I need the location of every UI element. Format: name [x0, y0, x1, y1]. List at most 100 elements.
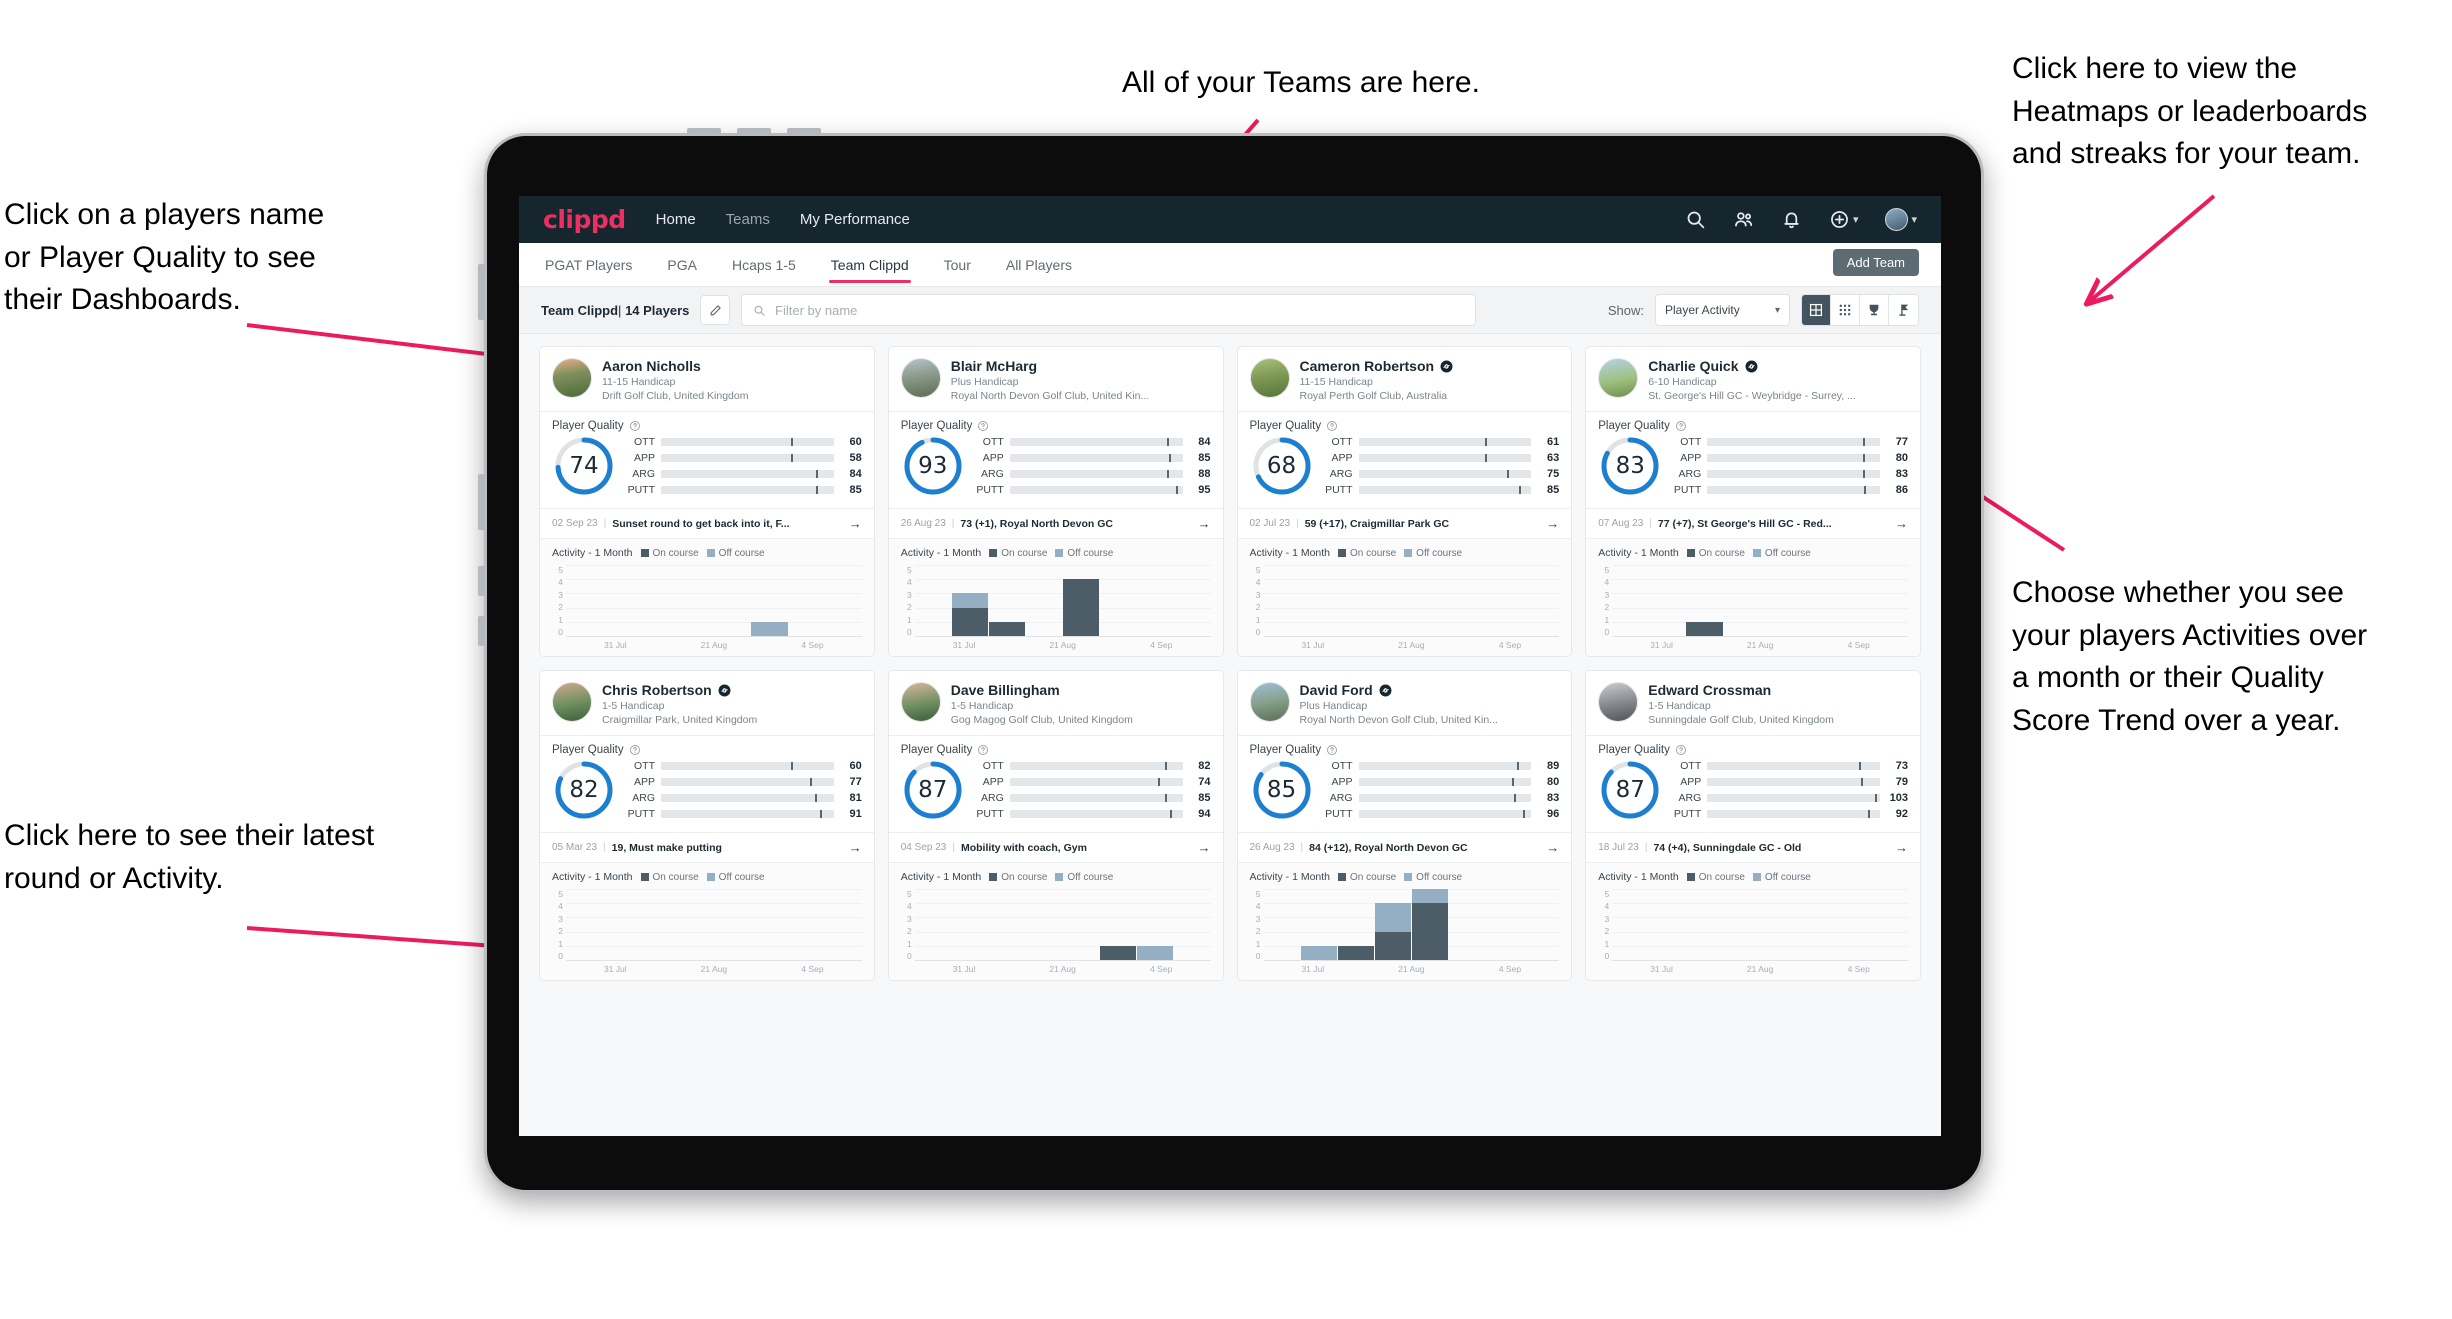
player-avatar[interactable]: [1249, 682, 1290, 722]
arrow-right-icon[interactable]: →: [1546, 516, 1559, 531]
avatar[interactable]: [1885, 208, 1909, 231]
flag-icon[interactable]: [1889, 295, 1918, 325]
help-circle-icon[interactable]: [977, 744, 989, 756]
grid-view-icon[interactable]: [1802, 295, 1831, 325]
nav-link-teams[interactable]: Teams: [726, 211, 770, 228]
latest-round-row[interactable]: 07 Aug 23 | 77 (+7), St George's Hill GC…: [1586, 508, 1920, 538]
navbar-actions: ▾ ▾: [1685, 208, 1917, 231]
player-name[interactable]: Chris Robertson: [602, 682, 712, 698]
player-name[interactable]: David Ford: [1300, 682, 1373, 698]
latest-round-row[interactable]: 26 Aug 23 | 84 (+12), Royal North Devon …: [1237, 832, 1572, 862]
player-quality-section[interactable]: Player Quality 85 OTT 89 APP 80 ARG 83 P…: [1237, 735, 1572, 832]
tab-tour[interactable]: Tour: [942, 245, 973, 285]
player-header[interactable]: Chris Robertson 1-5 Handicap Craigmillar…: [540, 671, 874, 735]
quality-metric: APP 80: [1323, 776, 1559, 788]
bell-icon[interactable]: [1781, 209, 1802, 230]
clippd-logo[interactable]: clippd: [543, 205, 626, 234]
chevron-down-icon[interactable]: ▾: [1911, 213, 1917, 226]
player-quality-section[interactable]: Player Quality 87 OTT 82 APP 74 ARG 85 P…: [888, 735, 1223, 832]
help-circle-icon[interactable]: [1675, 744, 1687, 756]
search-input[interactable]: [775, 302, 1465, 318]
player-name[interactable]: Aaron Nicholls: [602, 358, 701, 374]
player-card[interactable]: Edward Crossman 1-5 Handicap Sunningdale…: [1585, 670, 1921, 981]
arrow-right-icon[interactable]: →: [849, 516, 862, 531]
player-avatar[interactable]: [1249, 358, 1290, 398]
player-card[interactable]: Aaron Nicholls 11-15 Handicap Drift Golf…: [539, 346, 875, 657]
trophy-icon[interactable]: [1860, 295, 1889, 325]
tab-pgat-players[interactable]: PGAT Players: [543, 245, 634, 285]
arrow-right-icon[interactable]: →: [1546, 840, 1559, 855]
player-quality-section[interactable]: Player Quality 83 OTT 77 APP 80 ARG 83 P…: [1586, 411, 1920, 508]
latest-round-row[interactable]: 02 Jul 23 | 59 (+17), Craigmillar Park G…: [1237, 508, 1572, 538]
help-circle-icon[interactable]: [1675, 420, 1687, 432]
player-name[interactable]: Blair McHarg: [951, 358, 1037, 374]
arrow-right-icon[interactable]: →: [849, 840, 862, 855]
arrow-right-icon[interactable]: →: [1198, 516, 1211, 531]
player-name[interactable]: Cameron Robertson: [1300, 358, 1435, 374]
tab-pga[interactable]: PGA: [665, 245, 699, 285]
player-avatar[interactable]: [1598, 358, 1639, 398]
player-header[interactable]: Charlie Quick 6-10 Handicap St. George's…: [1586, 347, 1920, 411]
show-select[interactable]: Player Activity ▾: [1655, 294, 1790, 326]
player-header[interactable]: Aaron Nicholls 11-15 Handicap Drift Golf…: [540, 347, 874, 411]
player-avatar[interactable]: [1598, 682, 1639, 722]
add-circle-button[interactable]: ▾: [1829, 209, 1859, 230]
player-avatar[interactable]: [900, 358, 941, 398]
player-card[interactable]: David Ford Plus Handicap Royal North Dev…: [1236, 670, 1573, 981]
player-header[interactable]: Dave Billingham 1-5 Handicap Gog Magog G…: [889, 671, 1223, 735]
search-icon[interactable]: [1685, 209, 1706, 230]
player-card[interactable]: Blair McHarg Plus Handicap Royal North D…: [887, 346, 1224, 657]
player-name-row: Blair McHarg: [951, 358, 1211, 374]
arrow-right-icon[interactable]: →: [1198, 840, 1211, 855]
player-name[interactable]: Edward Crossman: [1648, 682, 1771, 698]
metric-label: APP: [1331, 452, 1353, 464]
help-circle-icon[interactable]: [1326, 744, 1338, 756]
add-circle-icon[interactable]: [1829, 209, 1850, 230]
player-avatar[interactable]: [552, 358, 592, 398]
quality-metric: ARG 75: [1323, 468, 1560, 480]
tab-team-clippd[interactable]: Team Clippd: [828, 245, 911, 285]
nav-link-my-performance[interactable]: My Performance: [800, 211, 910, 228]
chevron-down-icon[interactable]: ▾: [1853, 213, 1859, 226]
help-circle-icon[interactable]: [977, 420, 989, 432]
latest-round-row[interactable]: 26 Aug 23 | 73 (+1), Royal North Devon G…: [888, 508, 1223, 538]
tab-all-players[interactable]: All Players: [1004, 245, 1074, 285]
player-avatar[interactable]: [552, 682, 592, 722]
compact-grid-icon[interactable]: [1831, 295, 1860, 325]
people-icon[interactable]: [1733, 209, 1754, 230]
search-field[interactable]: [741, 294, 1477, 326]
player-avatar[interactable]: [900, 682, 941, 722]
arrow-right-icon[interactable]: →: [1895, 840, 1908, 855]
latest-round-row[interactable]: 05 Mar 23 | 19, Must make putting →: [540, 832, 874, 862]
player-quality-section[interactable]: Player Quality 82 OTT 60 APP 77 ARG 81 P…: [540, 735, 874, 832]
add-team-button[interactable]: Add Team: [1832, 249, 1919, 276]
arrow-right-icon[interactable]: →: [1895, 516, 1908, 531]
player-card[interactable]: Dave Billingham 1-5 Handicap Gog Magog G…: [887, 670, 1224, 981]
user-menu-button[interactable]: ▾: [1885, 208, 1917, 231]
player-header[interactable]: Blair McHarg Plus Handicap Royal North D…: [889, 347, 1223, 411]
player-quality-section[interactable]: Player Quality 93 OTT 84 APP 85 ARG 88 P…: [888, 411, 1223, 508]
activity-plot: [1263, 889, 1560, 961]
player-name[interactable]: Dave Billingham: [951, 682, 1060, 698]
player-quality-section[interactable]: Player Quality 87 OTT 73 APP 79 ARG 103 …: [1586, 735, 1920, 832]
latest-round-row[interactable]: 18 Jul 23 | 74 (+4), Sunningdale GC - Ol…: [1586, 832, 1920, 862]
player-card[interactable]: Charlie Quick 6-10 Handicap St. George's…: [1585, 346, 1921, 657]
metric-label: ARG: [1678, 792, 1702, 804]
tab-hcaps-1-5[interactable]: Hcaps 1-5: [730, 245, 798, 285]
metric-value: 85: [1547, 484, 1560, 496]
help-circle-icon[interactable]: [1326, 420, 1338, 432]
player-header[interactable]: Cameron Robertson 11-15 Handicap Royal P…: [1238, 347, 1572, 411]
player-card[interactable]: Chris Robertson 1-5 Handicap Craigmillar…: [539, 670, 875, 981]
latest-round-row[interactable]: 02 Sep 23 | Sunset round to get back int…: [540, 508, 874, 538]
help-circle-icon[interactable]: [629, 744, 641, 756]
player-header[interactable]: David Ford Plus Handicap Royal North Dev…: [1238, 671, 1572, 735]
player-quality-section[interactable]: Player Quality 68 OTT 61 APP 63 ARG 75 P…: [1237, 411, 1572, 508]
nav-link-home[interactable]: Home: [656, 211, 696, 228]
help-circle-icon[interactable]: [629, 420, 641, 432]
player-header[interactable]: Edward Crossman 1-5 Handicap Sunningdale…: [1586, 671, 1920, 735]
player-quality-section[interactable]: Player Quality 74 OTT 60 APP 58 ARG 84 P…: [540, 411, 874, 508]
player-name[interactable]: Charlie Quick: [1648, 358, 1738, 374]
edit-team-button[interactable]: [700, 295, 731, 325]
player-card[interactable]: Cameron Robertson 11-15 Handicap Royal P…: [1236, 346, 1573, 657]
latest-round-row[interactable]: 04 Sep 23 | Mobility with coach, Gym →: [888, 832, 1223, 862]
